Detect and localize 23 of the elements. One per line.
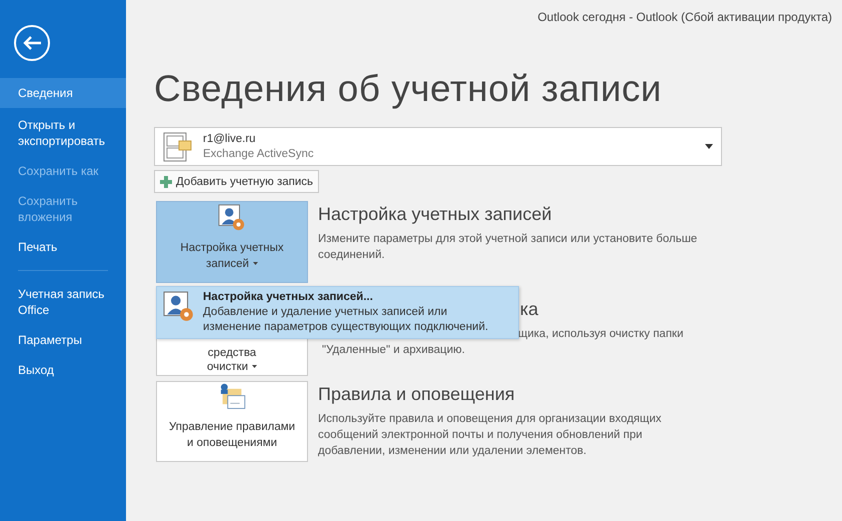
menu-item-title: Настройка учетных записей... [203, 291, 374, 303]
menu-item-description: изменение параметров существующих подключений. [203, 320, 488, 335]
menu-item-description: Добавление и удаление учетных записей или [203, 305, 448, 320]
section-heading: Настройка учетных записей [318, 204, 552, 225]
section-button-label: Управление правилами [168, 421, 296, 433]
section-description: Измените параметры для этой учетной записи или установите больше [318, 232, 698, 247]
section-description: щика, используя очистку папки [518, 327, 684, 342]
section-button-label: средства [208, 347, 256, 359]
section-heading: ка [520, 299, 538, 320]
section-description: Используйте правила и оповещения для организации входящих [318, 412, 662, 427]
window-title: Outlook сегодня - Outlook (Сбой активации продукта) [536, 9, 833, 24]
section-description: добавлении, изменении или удалении элементов. [318, 444, 586, 459]
page-title: Сведения об учетной записи [154, 68, 663, 110]
section-button-label: и оповещениями [186, 437, 278, 449]
section-button-label: очистки [206, 361, 248, 373]
account-email: r1@live.ru [203, 133, 257, 145]
section-description: сообщений электронной почты и получения обновлений при [318, 428, 642, 443]
section-button-label: Настройка учетных [180, 242, 284, 254]
section-description: "Удаленные" и архивацию. [322, 343, 466, 358]
section-description: соединений. [318, 248, 385, 263]
account-type: Exchange ActiveSync [203, 148, 315, 160]
section-heading: Правила и оповещения [318, 384, 515, 405]
section-button-label: записей [206, 258, 249, 270]
